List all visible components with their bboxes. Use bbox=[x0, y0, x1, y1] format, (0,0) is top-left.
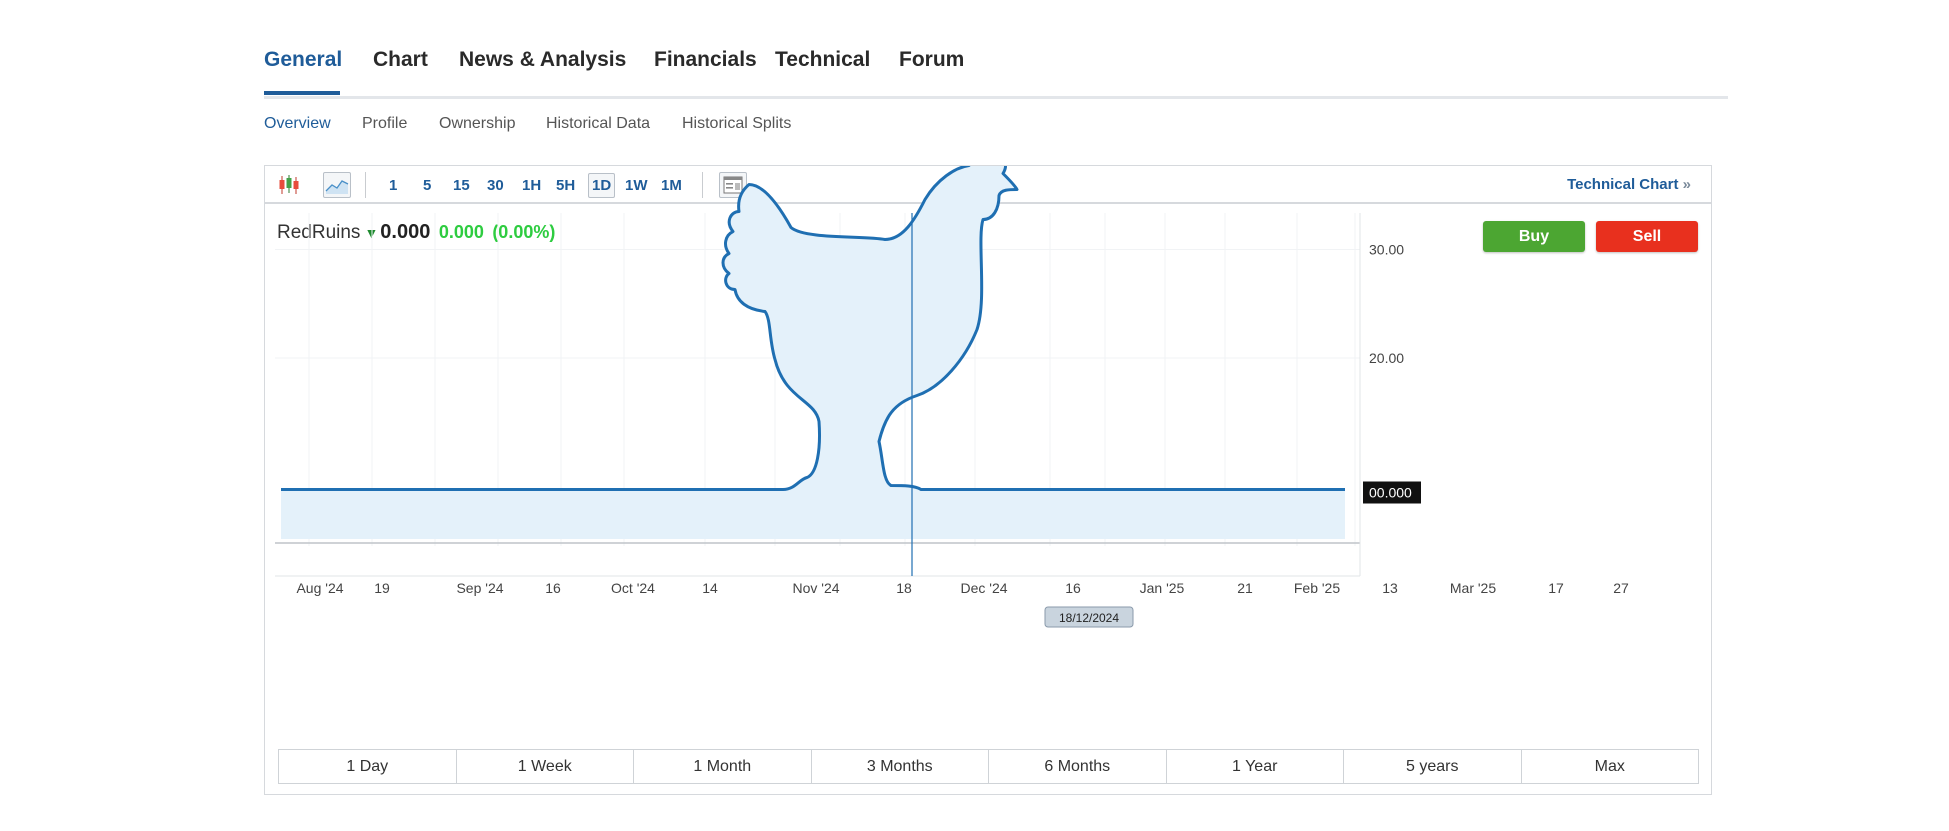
x-tick-label: Mar '25 bbox=[1450, 580, 1496, 596]
subnav-overview[interactable]: Overview bbox=[264, 115, 331, 133]
y-tick-label: 20.00 bbox=[1369, 350, 1404, 366]
tab-chart[interactable]: Chart bbox=[373, 48, 428, 72]
x-tick-label: Aug '24 bbox=[296, 580, 343, 596]
subnav-ownership[interactable]: Ownership bbox=[439, 115, 515, 133]
x-tick-label: 14 bbox=[702, 580, 718, 596]
x-tick-label: 19 bbox=[374, 580, 390, 596]
tab-general[interactable]: General bbox=[264, 48, 342, 72]
subnav-profile[interactable]: Profile bbox=[362, 115, 407, 133]
x-tick-label: 21 bbox=[1237, 580, 1253, 596]
crosshair-date-label: 18/12/2024 bbox=[1059, 611, 1119, 625]
tab-financials[interactable]: Financials bbox=[654, 48, 757, 72]
range-3-months[interactable]: 3 Months bbox=[812, 750, 989, 783]
x-tick-label: 16 bbox=[545, 580, 561, 596]
range-6-months[interactable]: 6 Months bbox=[989, 750, 1167, 783]
x-tick-label: 13 bbox=[1382, 580, 1398, 596]
range-1-week[interactable]: 1 Week bbox=[457, 750, 634, 783]
range-1-year[interactable]: 1 Year bbox=[1167, 750, 1344, 783]
price-area-fill bbox=[281, 166, 1345, 539]
active-tab-underline bbox=[264, 91, 340, 95]
x-tick-label: Feb '25 bbox=[1294, 580, 1340, 596]
y-tick-label: 30.00 bbox=[1369, 242, 1404, 258]
chart-panel: 1 5 15 30 1H 5H 1D 1W 1M Technical Chart… bbox=[264, 165, 1712, 795]
price-area bbox=[275, 166, 1361, 577]
x-tick-label: Nov '24 bbox=[792, 580, 839, 596]
x-tick-label: 17 bbox=[1548, 580, 1564, 596]
price-chart[interactable]: 40.0030.0020.0000.000Aug '2419Sep '2416O… bbox=[265, 166, 1711, 746]
x-tick-label: Jan '25 bbox=[1140, 580, 1185, 596]
tab-technical[interactable]: Technical bbox=[775, 48, 870, 72]
tab-news-analysis[interactable]: News & Analysis bbox=[459, 48, 626, 72]
tab-forum[interactable]: Forum bbox=[899, 48, 964, 72]
subnav-historical-data[interactable]: Historical Data bbox=[546, 115, 650, 133]
subnav-historical-splits[interactable]: Historical Splits bbox=[682, 115, 791, 133]
x-tick-label: 16 bbox=[1065, 580, 1081, 596]
range-selector: 1 Day 1 Week 1 Month 3 Months 6 Months 1… bbox=[278, 749, 1699, 784]
range-1-day[interactable]: 1 Day bbox=[279, 750, 457, 783]
x-tick-label: Dec '24 bbox=[960, 580, 1007, 596]
x-tick-label: Sep '24 bbox=[456, 580, 503, 596]
range-max[interactable]: Max bbox=[1522, 750, 1699, 783]
main-nav: General Chart News & Analysis Financials… bbox=[264, 44, 1728, 99]
range-5-years[interactable]: 5 years bbox=[1344, 750, 1522, 783]
x-tick-label: Oct '24 bbox=[611, 580, 655, 596]
x-tick-label: 18 bbox=[896, 580, 912, 596]
x-tick-label: 27 bbox=[1613, 580, 1629, 596]
current-price-label: 00.000 bbox=[1369, 485, 1412, 501]
range-1-month[interactable]: 1 Month bbox=[634, 750, 812, 783]
